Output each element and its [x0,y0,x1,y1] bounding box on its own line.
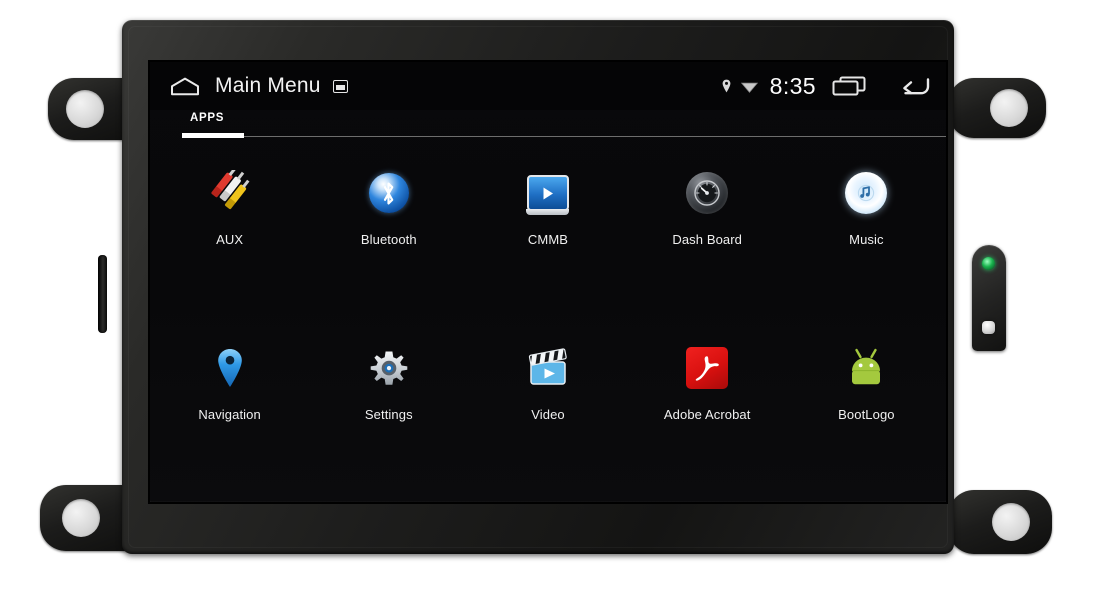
home-icon [170,77,200,96]
status-bar: Main Menu 8:35 [150,62,946,110]
recent-apps-icon[interactable] [832,76,866,96]
mount-bracket-bottom-right [948,490,1052,554]
app-label: Video [531,407,565,422]
mount-bracket-top-right [948,78,1046,138]
page-title: Main Menu [215,74,321,97]
screw-hole [992,503,1030,541]
clock: 8:35 [769,72,816,99]
app-label: Bluetooth [360,232,417,247]
adobe-acrobat-icon [684,345,730,391]
screw-hole [990,89,1028,127]
card-slot[interactable] [98,255,107,333]
app-label: Dash Board [672,232,743,247]
wifi-icon [740,80,758,93]
status-led-icon [982,257,995,270]
app-grid: AUX Bluetooth CMMB Dash Board Music Navi… [150,152,946,502]
app-label: Adobe Acrobat [663,407,751,422]
app-bluetooth[interactable]: Bluetooth [309,152,468,327]
app-aux[interactable]: AUX [150,152,309,327]
rca-cables-icon [207,170,253,216]
bluetooth-icon [366,170,412,216]
back-arrow-icon[interactable] [898,76,930,96]
app-bootlogo[interactable]: BootLogo [787,327,946,502]
screw-hole [62,499,100,537]
app-video[interactable]: Video [468,327,627,502]
map-pin-icon [207,345,253,391]
tab-rail [182,136,946,137]
music-orb-icon [843,170,889,216]
tab-apps[interactable]: APPS [190,112,224,124]
home-button[interactable] [164,77,206,96]
app-cmmb[interactable]: CMMB [468,152,627,327]
app-label: CMMB [527,232,569,247]
app-label: Navigation [198,407,261,422]
gauge-icon [684,170,730,216]
app-navigation[interactable]: Navigation [150,327,309,502]
app-dash-board[interactable]: Dash Board [628,152,787,327]
location-pin-icon [722,79,731,93]
app-label: BootLogo [838,407,895,422]
app-adobe-acrobat[interactable]: Adobe Acrobat [628,327,787,502]
reset-button[interactable] [982,321,995,334]
tab-active-indicator [182,133,244,138]
tab-bar: APPS [150,110,946,148]
app-settings[interactable]: Settings [309,327,468,502]
screen-badge-icon [332,79,348,93]
app-label: AUX [216,232,244,247]
side-control-pod [972,245,1006,351]
touchscreen[interactable]: Main Menu 8:35 APPS AUX Bluetooth CMMB D… [150,62,946,502]
screenshot-root: Main Menu 8:35 APPS AUX Bluetooth CMMB D… [0,0,1100,615]
app-music[interactable]: Music [787,152,946,327]
status-indicators: 8:35 [722,73,930,100]
app-label: Settings [364,407,413,422]
clapperboard-icon [525,345,571,391]
cmmb-tv-icon [525,170,571,216]
app-label: Music [849,232,884,247]
gear-icon [366,345,412,391]
android-robot-icon [843,345,889,391]
screw-hole [66,90,104,128]
